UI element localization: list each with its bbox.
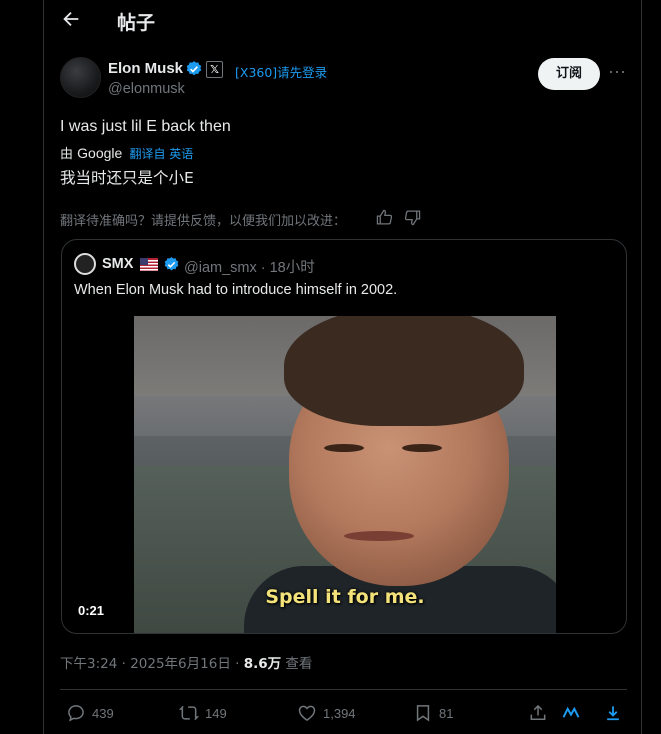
reply-icon xyxy=(68,705,84,722)
translated-from-link[interactable]: 翻译自 英语 xyxy=(129,147,193,161)
download-button[interactable] xyxy=(603,702,623,724)
video-subject-hair xyxy=(284,316,524,426)
translation-attribution: 由 Google 翻译自 英语 xyxy=(60,143,193,162)
page-header: 帖子 xyxy=(44,0,643,40)
verified-icon xyxy=(164,257,179,271)
bookmark-button[interactable]: 81 xyxy=(413,702,453,724)
repost-icon xyxy=(179,705,199,721)
bookmark-icon xyxy=(416,705,430,722)
share-button[interactable] xyxy=(528,702,548,724)
video-subject-eye xyxy=(402,444,442,452)
quoted-handle-time: @iam_smx · 18小时 xyxy=(184,260,315,276)
video-player[interactable]: Spell it for me. xyxy=(134,316,556,633)
bookmark-count: 81 xyxy=(439,705,454,721)
page-title: 帖子 xyxy=(117,12,156,34)
back-arrow-icon[interactable] xyxy=(60,8,82,30)
like-icon xyxy=(298,705,316,721)
login-link[interactable]: [X360]请先登录 xyxy=(235,62,327,81)
quoted-text: When Elon Musk had to introduce himself … xyxy=(74,282,398,298)
grok-button[interactable] xyxy=(561,702,581,724)
repost-count: 149 xyxy=(205,705,227,721)
us-flag-icon xyxy=(140,258,158,271)
quoted-author-name: SMX xyxy=(102,256,134,272)
subscribe-button[interactable]: 订阅 xyxy=(538,58,600,90)
google-label: Google xyxy=(77,145,123,161)
post-meta: 下午3:24 · 2025年6月16日 · 8.6万 查看 xyxy=(60,652,312,672)
x-logo-icon: 𝕏 xyxy=(206,61,223,78)
divider xyxy=(60,689,627,690)
verified-icon xyxy=(186,61,202,76)
like-count: 1,394 xyxy=(323,705,356,721)
video-subject-mouth xyxy=(344,531,414,541)
author-name[interactable]: Elon Musk xyxy=(108,60,183,77)
quoted-tweet[interactable]: SMX @iam_smx · 18小时 When Elon Musk had t… xyxy=(61,239,627,634)
quoted-avatar xyxy=(74,253,96,275)
grok-icon xyxy=(562,706,580,718)
thumbs-down-icon[interactable] xyxy=(404,209,421,226)
views-label: 查看 xyxy=(281,656,313,672)
tweet-text: I was just lil E back then xyxy=(60,118,231,135)
main-column: 帖子 Elon Musk 𝕏 [X360]请先登录 @elonmusk 订阅 ·… xyxy=(43,0,642,734)
thumbs-up-icon[interactable] xyxy=(376,209,393,226)
video-caption: Spell it for me. xyxy=(265,586,425,608)
video-subject-eye xyxy=(324,444,364,452)
video-duration: 0:21 xyxy=(78,603,105,618)
post-time[interactable]: 下午3:24 · 2025年6月16日 · xyxy=(60,656,244,672)
like-button[interactable]: 1,394 xyxy=(297,702,356,724)
view-count: 8.6万 xyxy=(243,656,282,672)
share-icon xyxy=(530,704,546,720)
more-icon[interactable]: ··· xyxy=(608,62,626,83)
author-handle[interactable]: @elonmusk xyxy=(108,81,185,97)
avatar[interactable] xyxy=(60,57,101,98)
translation-feedback-prompt: 翻译待准确吗？请提供反馈，以便我们加以改进： xyxy=(60,214,347,229)
repost-button[interactable]: 149 xyxy=(179,702,227,724)
reply-count: 439 xyxy=(92,705,114,721)
download-icon xyxy=(607,706,619,721)
translate-by-label: 由 xyxy=(60,147,74,162)
reply-button[interactable]: 439 xyxy=(66,702,114,724)
translated-text: 我当时还只是个小E xyxy=(60,169,194,187)
